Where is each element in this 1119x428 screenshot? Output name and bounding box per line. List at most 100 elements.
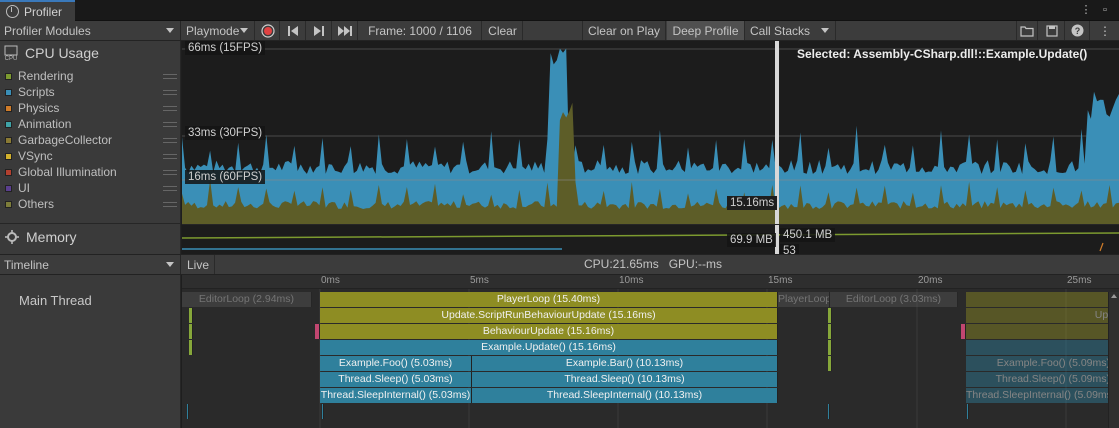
legend-swatch — [5, 168, 12, 176]
profiler-tab[interactable]: Profiler — [0, 0, 75, 21]
drag-handle-icon[interactable] — [163, 169, 177, 175]
view-mode-label: Timeline — [4, 257, 49, 272]
player-loop-next-bar[interactable]: PlayerLoop (1.6 — [778, 292, 830, 307]
marker-bar[interactable] — [189, 308, 193, 323]
legend-swatch — [5, 136, 12, 144]
save-button[interactable] — [1039, 21, 1065, 40]
example-foo-future-bar[interactable]: Example.Foo() (5.09ms) — [966, 356, 1119, 371]
vertical-scrollbar[interactable] — [1108, 292, 1119, 428]
cpu-module-header[interactable]: CPU CPU Usage — [4, 45, 99, 61]
cpu-module-title: CPU Usage — [25, 45, 99, 61]
selected-frame-value: 15.16ms — [727, 196, 778, 210]
profiler-toolbar: Profiler Modules Playmode Frame: 1000 / … — [0, 21, 1119, 41]
legend-item-global-illumination[interactable]: Global Illumination — [5, 164, 177, 180]
example-bar-bar[interactable]: Example.Bar() (10.13ms) — [472, 356, 778, 371]
marker-bar[interactable] — [828, 308, 832, 323]
view-mode-dropdown[interactable]: Timeline — [0, 255, 181, 274]
profiler-modules-dropdown[interactable]: Profiler Modules — [0, 21, 181, 40]
live-toggle[interactable]: Live — [182, 255, 215, 274]
drag-handle-icon[interactable] — [163, 185, 177, 191]
marker-bar[interactable] — [187, 404, 189, 419]
thread-sleep-b-bar[interactable]: Thread.Sleep() (10.13ms) — [472, 372, 778, 387]
thread-sleep-internal-b-bar[interactable]: Thread.SleepInternal() (10.13ms) — [472, 388, 778, 403]
help-button[interactable]: ? — [1066, 21, 1090, 40]
marker-bar[interactable] — [828, 356, 832, 371]
marker-bar[interactable] — [322, 404, 324, 419]
update-future-bar[interactable]: Upd — [966, 308, 1119, 323]
example-foo-bar[interactable]: Example.Foo() (5.03ms) — [320, 356, 472, 371]
chevron-down-icon — [240, 28, 248, 33]
drag-handle-icon[interactable] — [163, 137, 177, 143]
legend-swatch — [5, 152, 12, 160]
marker-bar[interactable] — [189, 340, 193, 355]
drag-handle-icon[interactable] — [163, 201, 177, 207]
more-icon: ⋮ — [1099, 23, 1111, 38]
thread-sleep-future-bar[interactable]: Thread.Sleep() (5.09ms) — [966, 372, 1119, 387]
behaviour-update-bar[interactable]: BehaviourUpdate (15.16ms) — [320, 324, 778, 339]
deep-profile-toggle[interactable]: Deep Profile — [667, 21, 745, 40]
record-button[interactable] — [256, 21, 280, 40]
marker-bar[interactable] — [828, 324, 832, 339]
legend-label: GarbageCollector — [18, 133, 113, 147]
drag-handle-icon[interactable] — [163, 105, 177, 111]
legend-item-rendering[interactable]: Rendering — [5, 68, 177, 84]
marker-bar[interactable] — [828, 404, 830, 419]
drag-handle-icon[interactable] — [163, 73, 177, 79]
legend-item-garbagecollector[interactable]: GarbageCollector — [5, 132, 177, 148]
main-thread-label[interactable]: Main Thread — [19, 293, 92, 308]
legend-item-physics[interactable]: Physics — [5, 100, 177, 116]
drag-handle-icon[interactable] — [163, 153, 177, 159]
thread-sleep-a-bar[interactable]: Thread.Sleep() (5.03ms) — [320, 372, 472, 387]
legend-item-vsync[interactable]: VSync — [5, 148, 177, 164]
fast-forward-icon — [338, 25, 352, 36]
player-loop-future-bar[interactable] — [966, 292, 1119, 307]
example-update-bar[interactable]: Example.Update() (15.16ms) — [320, 340, 778, 355]
playmode-dropdown[interactable]: Playmode — [182, 21, 255, 40]
frame-stats: CPU:21.65ms GPU:--ms — [584, 257, 723, 271]
clear-on-play-toggle[interactable]: Clear on Play — [582, 21, 666, 40]
example-update-future-bar[interactable] — [966, 340, 1119, 355]
legend-label: Global Illumination — [18, 165, 117, 179]
first-frame-button[interactable] — [281, 21, 306, 40]
thread-sleep-internal-future-bar[interactable]: Thread.SleepInternal() (5.09ms) — [966, 388, 1119, 403]
drag-handle-icon[interactable] — [163, 121, 177, 127]
legend-item-animation[interactable]: Animation — [5, 116, 177, 132]
more-options-button[interactable]: ⋮ — [1091, 21, 1119, 40]
editor-loop-prev-bar[interactable]: EditorLoop (2.94ms) — [182, 292, 312, 307]
drag-handle-icon[interactable] — [163, 89, 177, 95]
marker-bar[interactable] — [828, 340, 832, 355]
record-icon — [260, 23, 275, 38]
profiler-icon — [6, 5, 19, 18]
save-icon — [1045, 24, 1058, 37]
marker-bar[interactable] — [967, 404, 969, 419]
legend-label: Rendering — [18, 69, 74, 83]
cpu-usage-graph[interactable]: 66ms (15FPS) 33ms (30FPS) 16ms (60FPS) S… — [182, 41, 1119, 224]
marker-bar[interactable] — [189, 324, 193, 339]
load-button[interactable] — [1016, 21, 1038, 40]
next-frame-button[interactable] — [307, 21, 332, 40]
script-run-behaviour-update-bar[interactable]: Update.ScriptRunBehaviourUpdate (15.16ms… — [320, 308, 778, 323]
last-frame-button[interactable] — [333, 21, 358, 40]
thread-sleep-internal-a-bar[interactable]: Thread.SleepInternal() (5.03ms) — [320, 388, 472, 403]
behaviour-update-future-bar[interactable] — [966, 324, 1119, 339]
legend-item-scripts[interactable]: Scripts — [5, 84, 177, 100]
threshold-60fps-label: 16ms (60FPS) — [185, 170, 266, 184]
maximize-icon[interactable]: ▫ — [1097, 3, 1113, 17]
scroll-up-icon[interactable] — [1111, 294, 1117, 298]
legend-item-others[interactable]: Others — [5, 196, 177, 212]
legend-item-ui[interactable]: UI — [5, 180, 177, 196]
memory-graph[interactable]: 69.9 MB 450.1 MB 53 — [182, 224, 1119, 254]
timeline-toolbar: Timeline Live CPU:21.65ms GPU:--ms — [0, 254, 1119, 275]
menu-icon[interactable]: ⋮ — [1078, 3, 1094, 17]
clear-button[interactable]: Clear — [483, 21, 523, 40]
call-stacks-label: Call Stacks — [750, 23, 811, 38]
legend-label: Scripts — [18, 85, 55, 99]
memory-module-header[interactable]: Memory — [5, 229, 77, 245]
editor-loop-next-bar[interactable]: EditorLoop (3.03ms) — [830, 292, 958, 307]
chevron-down-icon — [166, 28, 174, 33]
legend-swatch — [5, 184, 12, 192]
call-stacks-dropdown[interactable]: Call Stacks — [746, 21, 836, 40]
timeline-view[interactable]: 0ms 5ms 10ms 15ms 20ms 25ms EditorLoop (… — [182, 275, 1119, 428]
chevron-down-icon — [821, 28, 829, 33]
player-loop-bar[interactable]: PlayerLoop (15.40ms) — [320, 292, 778, 307]
